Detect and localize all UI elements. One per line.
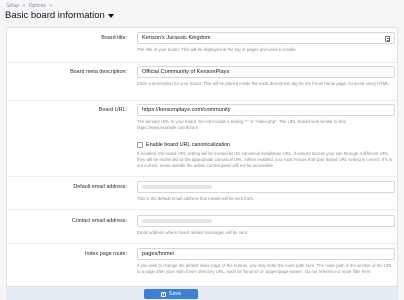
- board-title-label: Board title:: [101, 35, 127, 41]
- board-title-input[interactable]: Kenson's Jurassic Kingdom: [137, 32, 395, 44]
- page-title-text: Basic board information: [5, 10, 105, 21]
- breadcrumb-options[interactable]: Options: [29, 3, 46, 9]
- page-title[interactable]: Basic board information: [5, 10, 114, 21]
- breadcrumb-separator: »: [49, 3, 53, 9]
- divider: [7, 62, 397, 63]
- board-url-hint: The primary URL to your board. Do not in…: [137, 119, 347, 131]
- index-route-input[interactable]: pages/home/: [137, 248, 395, 260]
- clipboard-icon[interactable]: [385, 36, 390, 42]
- redacted-value: [142, 219, 212, 223]
- canonicalization-label: Enable board URL canonicalization: [146, 142, 231, 148]
- board-meta-input[interactable]: Official Community of KensonPlays: [137, 66, 395, 78]
- board-url-value: https://kensonplays.com/community: [142, 107, 231, 113]
- board-title-hint: The title of your board. This will be di…: [137, 47, 297, 52]
- board-meta-hint: Enter a description for your board. This…: [137, 81, 390, 86]
- board-title-value: Kenson's Jurassic Kingdom: [142, 35, 211, 41]
- save-button[interactable]: Save: [144, 289, 198, 299]
- save-icon: [160, 291, 166, 297]
- default-email-hint: This is the default email address that e…: [137, 196, 255, 201]
- board-url-label: Board URL:: [98, 107, 127, 113]
- chevron-down-icon: [107, 14, 114, 18]
- canonicalization-option[interactable]: Enable board URL canonicalization: [137, 142, 395, 148]
- board-url-input[interactable]: https://kensonplays.com/community: [137, 104, 395, 116]
- redacted-value: [142, 185, 212, 189]
- board-meta-label: Board meta description:: [70, 69, 127, 75]
- index-route-hint: If you wish to change the default index …: [137, 263, 393, 275]
- contact-email-hint: Email address where board related messag…: [137, 230, 249, 235]
- breadcrumb-separator: »: [22, 3, 26, 9]
- contact-email-label: Contact email address:: [71, 218, 127, 224]
- form-footer: Save: [6, 286, 398, 300]
- board-meta-value: Official Community of KensonPlays: [142, 69, 230, 75]
- divider: [7, 176, 397, 177]
- breadcrumb: Setup » Options »: [6, 3, 54, 9]
- canonicalization-hint: If enabled, the board URL setting will b…: [137, 151, 392, 169]
- save-button-label: Save: [168, 291, 182, 297]
- default-email-label: Default email address:: [73, 184, 127, 190]
- default-email-input[interactable]: [137, 181, 395, 193]
- divider: [7, 100, 397, 101]
- contact-email-input[interactable]: [137, 215, 395, 227]
- options-form: Board title: Kenson's Jurassic Kingdom T…: [6, 27, 398, 300]
- index-route-label: Index page route:: [85, 251, 127, 257]
- divider: [7, 209, 397, 210]
- divider: [7, 243, 397, 244]
- index-route-value: pages/home/: [142, 251, 175, 257]
- breadcrumb-setup[interactable]: Setup: [6, 3, 19, 9]
- canonicalization-checkbox[interactable]: [137, 142, 143, 148]
